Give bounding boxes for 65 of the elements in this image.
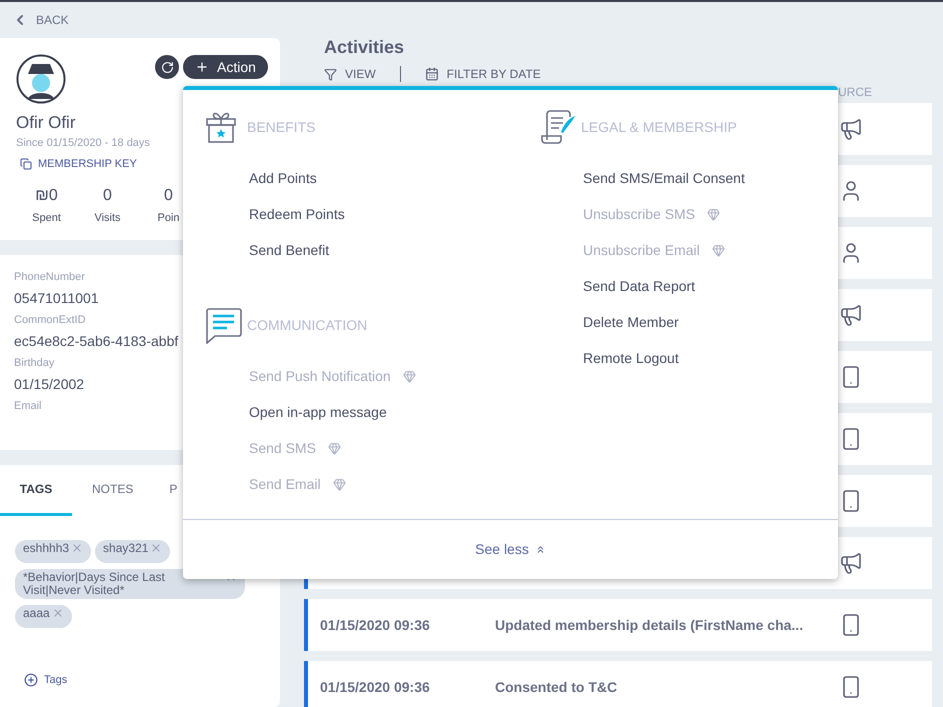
filter-icon — [324, 68, 337, 80]
menu-item[interactable]: Send SMS/Email Consent — [517, 160, 838, 196]
calendar-icon — [424, 67, 439, 81]
plus-icon — [195, 60, 209, 74]
tag-label: shay321 — [103, 542, 148, 555]
see-less-button[interactable]: See less — [475, 539, 546, 560]
menu-item[interactable]: Send Benefit — [183, 232, 517, 268]
diamond-icon — [712, 244, 725, 256]
field-label: PhoneNumber — [14, 270, 86, 285]
diamond-icon — [402, 370, 416, 382]
member-name: Ofir Ofir — [16, 112, 76, 134]
add-tag-button[interactable]: Tags — [24, 672, 68, 688]
section-title: BENEFITS — [247, 118, 316, 136]
avatar — [16, 54, 66, 104]
remove-icon[interactable] — [52, 607, 64, 619]
diamond-icon — [328, 442, 341, 454]
menu-item[interactable]: Remote Logout — [517, 340, 838, 376]
diamond-icon — [707, 208, 720, 220]
column-header: URCE — [838, 84, 874, 101]
membership-key-link[interactable]: MEMBERSHIP KEY — [20, 156, 137, 172]
chat-icon — [205, 306, 243, 344]
tab[interactable]: TAGS — [0, 465, 72, 516]
back-button[interactable]: BACK — [0, 2, 280, 38]
page-title: Activities — [323, 36, 406, 59]
gift-icon — [205, 110, 237, 144]
stat-value: 0 — [164, 186, 173, 206]
activity-date: 01/15/2020 09:36 — [320, 616, 431, 634]
stat-label: Poin — [157, 211, 180, 226]
tab[interactable]: NOTES — [72, 465, 150, 516]
tag-label: aaaa — [23, 607, 50, 620]
tag-label: *Behavior|Days Since Last Visit|Never Visited* — [23, 571, 166, 597]
menu-item[interactable]: Redeem Points — [183, 196, 517, 232]
remove-icon[interactable] — [150, 542, 162, 554]
diamond-icon — [332, 478, 346, 490]
activity-date: 01/15/2020 09:36 — [320, 678, 431, 696]
field-label: Birthday — [14, 356, 56, 371]
view-button[interactable]: VIEW — [324, 65, 376, 83]
field-value: 05471011001 — [14, 289, 100, 308]
action-button[interactable]: Action — [183, 55, 268, 79]
activity-description: Consented to T&C — [495, 678, 618, 696]
stat-value: 0 — [103, 186, 112, 206]
refresh-icon — [160, 60, 174, 74]
activity-description: Updated membership details (FirstName cha... — [495, 616, 804, 635]
stat-value: ₪0 — [35, 186, 58, 206]
section-title: LEGAL & MEMBERSHIP — [581, 118, 737, 136]
menu-item[interactable]: Add Points — [183, 160, 517, 196]
remove-icon[interactable] — [71, 542, 84, 554]
refresh-button[interactable] — [155, 55, 179, 79]
add-icon — [24, 673, 38, 688]
tag-label: eshhhh3 — [23, 542, 70, 555]
collapse-icon — [534, 544, 546, 555]
stat-label: Spent — [32, 211, 61, 226]
megaphone-icon — [839, 303, 863, 327]
field-value: ec54e8c2-5ab6-4183-abbf — [14, 332, 180, 351]
section-title: COMMUNICATION — [247, 316, 368, 334]
megaphone-icon — [839, 117, 863, 141]
filter-by-date-button[interactable]: FILTER BY DATE — [424, 65, 541, 83]
menu-item[interactable]: Open in-app message — [183, 394, 517, 430]
scroll-icon — [539, 110, 577, 144]
menu-item[interactable]: Delete Member — [517, 304, 838, 340]
member-since: Since 01/15/2020 - 18 days — [16, 136, 151, 152]
card-icon — [20, 158, 32, 170]
menu-item[interactable]: Send Data Report — [517, 268, 838, 304]
stat-label: Visits — [94, 211, 121, 226]
megaphone-icon — [839, 551, 863, 575]
